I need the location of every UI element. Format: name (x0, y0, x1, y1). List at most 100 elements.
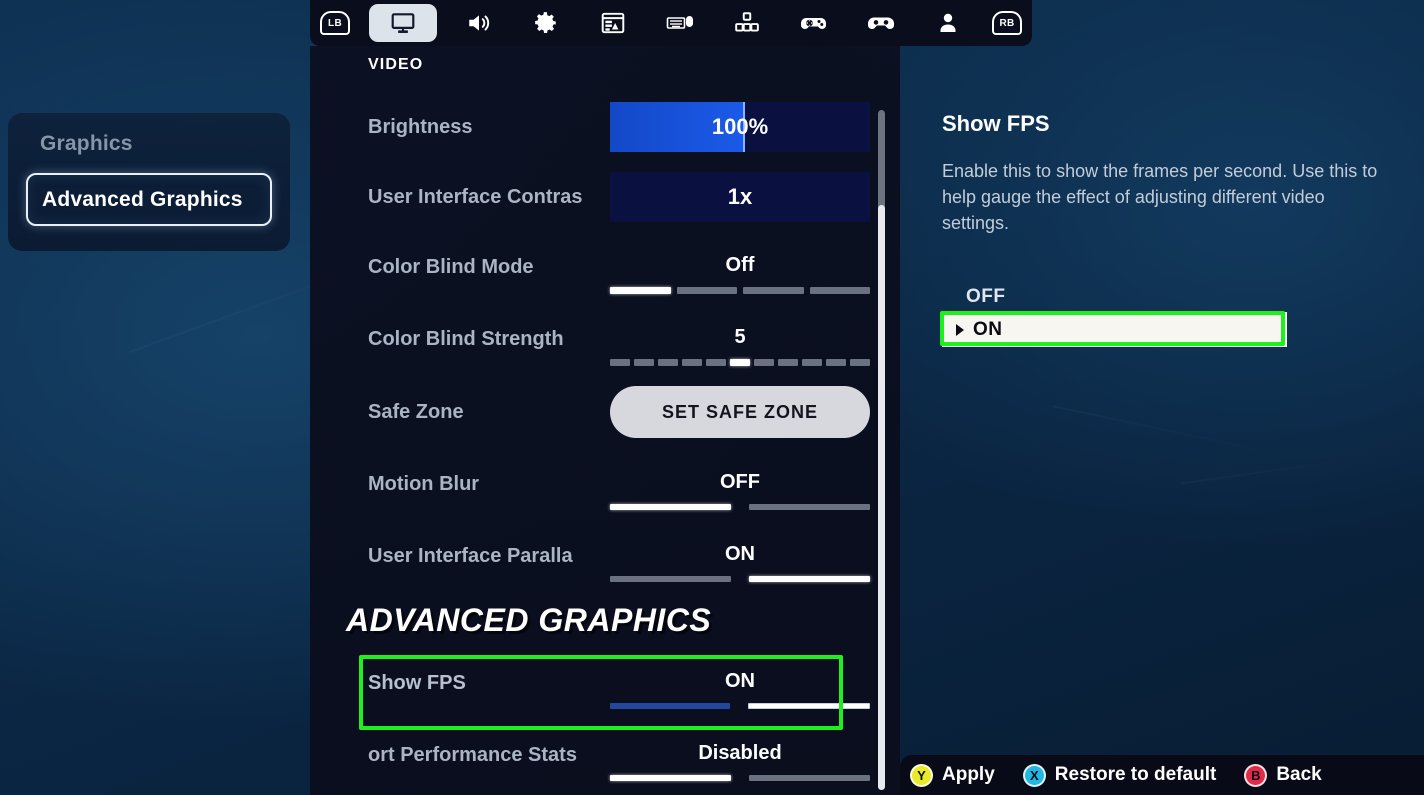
setting-row-show-fps[interactable]: Show FPS ON (310, 670, 900, 710)
segment[interactable] (730, 359, 750, 366)
setting-value: Disabled (698, 742, 782, 764)
segment-track-report-performance-stats[interactable] (610, 775, 870, 781)
setting-row-color-blind-strength[interactable]: Color Blind Strength 5 (310, 326, 900, 366)
setting-label: ort Performance Stats (368, 744, 577, 766)
ui-contrast-slider[interactable]: 1x (610, 172, 870, 222)
gear-icon (533, 10, 559, 36)
setting-row-motion-blur[interactable]: Motion Blur OFF (310, 471, 900, 511)
sidebar-item-graphics[interactable]: Graphics (26, 123, 272, 165)
segment[interactable] (749, 504, 870, 510)
setting-row-color-blind-mode[interactable]: Color Blind Mode Off (310, 254, 900, 294)
set-safe-zone-button[interactable]: SET SAFE ZONE (610, 386, 870, 438)
settings-scrollbar-track[interactable] (878, 110, 885, 790)
setting-value: Off (725, 254, 755, 276)
controller-gear-icon (800, 10, 828, 36)
brightness-slider[interactable]: 100% (610, 102, 870, 152)
segment[interactable] (610, 504, 731, 510)
segment[interactable] (682, 359, 702, 366)
detail-description: Enable this to show the frames per secon… (942, 161, 1378, 233)
setting-row-report-performance-stats[interactable]: ort Performance Stats Disabled (310, 742, 900, 782)
setting-label: User Interface Contras (368, 185, 583, 208)
selection-marker-icon (956, 323, 964, 336)
segment[interactable] (743, 287, 804, 294)
segment[interactable] (749, 775, 870, 781)
segment[interactable] (778, 359, 798, 366)
settings-tab-bar: LB RB (310, 0, 1032, 46)
segment[interactable] (676, 287, 737, 294)
gamepad-icon (867, 10, 895, 36)
person-icon (936, 10, 960, 36)
tab-audio[interactable] (454, 6, 504, 40)
settings-scrollbar-thumb[interactable] (878, 205, 885, 790)
segment[interactable] (748, 703, 870, 709)
tab-brightness-ui[interactable] (588, 6, 638, 40)
segment[interactable] (802, 359, 822, 366)
segment[interactable] (658, 359, 678, 366)
segment[interactable] (610, 287, 671, 294)
segment[interactable] (850, 359, 870, 366)
setting-value: 100% (711, 114, 769, 139)
tab-keybinds[interactable] (722, 6, 772, 40)
setting-value: 5 (734, 326, 746, 348)
segment[interactable] (749, 576, 870, 582)
setting-row-ui-parallax[interactable]: User Interface Paralla ON (310, 543, 900, 583)
left-bumper-label: LB (320, 11, 350, 35)
segment[interactable] (706, 359, 726, 366)
setting-label: Color Blind Mode (368, 256, 534, 278)
setting-label: Safe Zone (368, 400, 464, 423)
button-b-icon: B (1244, 763, 1268, 787)
segment-track-ui-parallax[interactable] (610, 576, 870, 582)
action-restore-default[interactable]: X Restore to default (1022, 763, 1217, 787)
segment[interactable] (754, 359, 774, 366)
sidebar-item-advanced-graphics[interactable]: Advanced Graphics (26, 173, 272, 226)
setting-label: User Interface Paralla (368, 545, 573, 567)
setting-value: 1x (727, 184, 753, 209)
sidebar-item-label: Advanced Graphics (42, 187, 243, 211)
tab-controller[interactable] (856, 6, 906, 40)
tab-controller-options[interactable] (789, 6, 839, 40)
segment[interactable] (610, 359, 630, 366)
detail-title: Show FPS (942, 111, 1050, 136)
section-label-video: VIDEO (368, 56, 424, 73)
speaker-icon (466, 10, 492, 36)
segment[interactable] (809, 287, 870, 294)
tab-keyboard-mouse[interactable] (655, 6, 705, 40)
set-safe-zone-label: SET SAFE ZONE (661, 401, 818, 422)
action-bar: Y Apply X Restore to default B Back (900, 755, 1424, 795)
setting-label: Show FPS (368, 672, 466, 694)
advanced-graphics-header: ADVANCED GRAPHICS (346, 602, 712, 638)
action-back[interactable]: B Back (1244, 763, 1322, 787)
segment[interactable] (610, 576, 731, 582)
right-bumper-icon[interactable]: RB (990, 10, 1024, 36)
segment[interactable] (610, 703, 730, 709)
segment[interactable] (634, 359, 654, 366)
segment-track-color-blind-mode[interactable] (610, 287, 870, 294)
detail-option-off[interactable]: OFF (966, 286, 1006, 308)
action-apply[interactable]: Y Apply (910, 763, 995, 787)
segment-track-color-blind-strength[interactable] (610, 359, 870, 366)
tab-video[interactable] (369, 4, 437, 42)
setting-detail-panel: Show FPS Enable this to show the frames … (900, 46, 1424, 795)
tab-game[interactable] (521, 6, 571, 40)
left-bumper-icon[interactable]: LB (318, 10, 352, 36)
setting-label: Color Blind Strength (368, 328, 564, 350)
setting-value: ON (725, 670, 755, 692)
tab-account[interactable] (923, 6, 973, 40)
setting-row-safe-zone[interactable]: Safe Zone SET SAFE ZONE (310, 386, 900, 438)
detail-option-on-label: ON (973, 318, 1003, 340)
setting-value: ON (725, 543, 755, 565)
setting-label: Brightness (368, 115, 473, 138)
action-label: Apply (942, 764, 995, 785)
setting-row-ui-contrast[interactable]: User Interface Contras 1x (310, 172, 900, 222)
ui-layout-icon (600, 10, 626, 36)
sidebar-item-label: Graphics (40, 132, 133, 155)
segment[interactable] (826, 359, 846, 366)
setting-row-brightness[interactable]: Brightness 100% (310, 102, 900, 152)
segment-track-show-fps[interactable] (610, 703, 870, 709)
segment-track-motion-blur[interactable] (610, 504, 870, 510)
button-y-icon: Y (910, 763, 933, 787)
action-label: Restore to default (1054, 764, 1217, 785)
action-label: Back (1276, 764, 1322, 785)
segment[interactable] (610, 775, 731, 781)
detail-option-on[interactable]: ON (942, 312, 1287, 347)
